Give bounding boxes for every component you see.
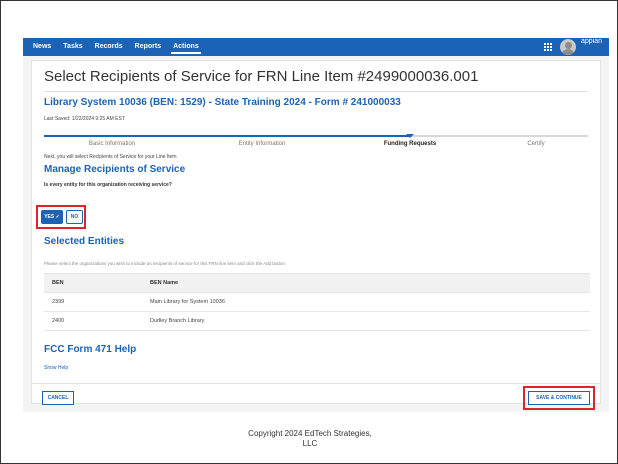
app-grid-icon[interactable]: [544, 43, 552, 51]
fcc-form-help-heading: FCC Form 471 Help: [44, 344, 137, 355]
stepper-progress: [44, 135, 410, 137]
entity-question: Is every entity for this organization re…: [44, 182, 172, 188]
divider: [44, 91, 588, 92]
tab-records[interactable]: Records: [89, 38, 129, 56]
copyright-line-2: LLC: [302, 439, 318, 448]
user-avatar-icon[interactable]: [560, 39, 576, 55]
step-certify: Certify: [527, 141, 545, 147]
ben-name-cell: Dudley Branch Library: [150, 318, 205, 324]
form-card: Select Recipients of Service for FRN Lin…: [31, 60, 601, 410]
ben-cell: 2400: [52, 318, 65, 324]
step-basic-information: Basic Information: [88, 141, 136, 147]
tab-reports[interactable]: Reports: [129, 38, 167, 56]
step-funding-requests: Funding Requests: [383, 141, 437, 147]
nav-tabs: News Tasks Records Reports Actions: [27, 38, 205, 56]
table-row[interactable]: 2400 Dudley Branch Library: [44, 312, 590, 331]
ben-name-cell: Main Library for System 10036: [150, 299, 225, 305]
page-title: Select Recipients of Service for FRN Lin…: [44, 68, 479, 85]
form-subtitle: Library System 10036 (BEN: 1529) - State…: [44, 97, 401, 108]
column-header-ben[interactable]: BEN: [52, 274, 64, 293]
cancel-button[interactable]: CANCEL: [42, 391, 74, 405]
last-saved-text: Last Saved: 1/22/2024 9:25 AM EST: [44, 116, 125, 122]
appian-logo: appian: [581, 38, 603, 45]
top-nav-bar: News Tasks Records Reports Actions appia…: [23, 38, 609, 56]
current-step-marker-icon: [406, 134, 414, 138]
tab-tasks[interactable]: Tasks: [57, 38, 88, 56]
entities-table: BEN BEN Name 2399 Main Library for Syste…: [44, 273, 590, 331]
step-entity-information: Entity Information: [238, 141, 286, 147]
copyright-line-1: Copyright 2024 EdTech Strategies,: [248, 429, 372, 438]
ben-cell: 2399: [52, 299, 65, 305]
save-and-continue-button[interactable]: SAVE & CONTINUE: [528, 391, 590, 405]
slide: News Tasks Records Reports Actions appia…: [0, 0, 618, 464]
column-header-ben-name[interactable]: BEN Name: [150, 274, 178, 293]
table-row[interactable]: 2399 Main Library for System 10036: [44, 293, 590, 312]
main-content: Select Recipients of Service for FRN Lin…: [23, 56, 609, 412]
tab-news[interactable]: News: [27, 38, 57, 56]
table-header-row: BEN BEN Name: [44, 274, 590, 293]
footer-divider: [32, 383, 600, 384]
manage-recipients-heading: Manage Recipients of Service: [44, 164, 186, 175]
show-help-link[interactable]: Show Help: [44, 365, 68, 371]
no-toggle-button[interactable]: NO: [66, 210, 83, 224]
selected-entities-heading: Selected Entities: [44, 236, 125, 247]
selection-helper-text: Please select the organizations you wish…: [44, 261, 287, 266]
tab-actions[interactable]: Actions: [167, 38, 205, 56]
instruction-text: Next, you will select Recipients of Serv…: [44, 154, 177, 160]
copyright-text: Copyright 2024 EdTech Strategies, LLC: [1, 429, 618, 449]
yes-toggle-button[interactable]: YES ✓: [41, 210, 63, 224]
